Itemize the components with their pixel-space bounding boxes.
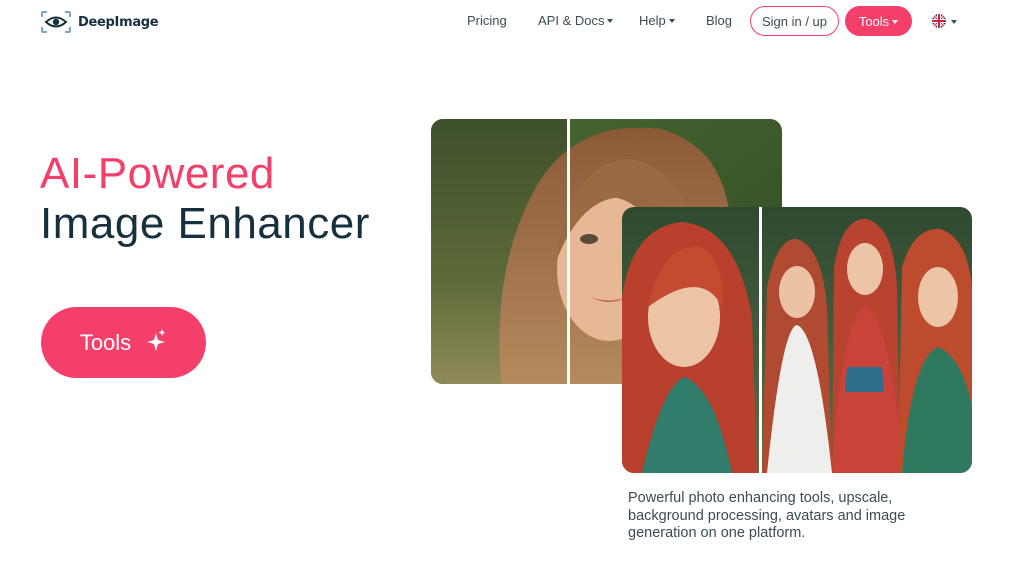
tools-nav-button[interactable]: Tools (845, 6, 912, 36)
uk-flag-icon (932, 14, 946, 28)
nav-help-label: Help (639, 13, 666, 28)
caret-down-icon (668, 19, 675, 23)
eye-logo-icon (40, 10, 72, 34)
tools-nav-label: Tools (858, 13, 890, 29)
nav-blog-label: Blog (706, 13, 733, 28)
nav-blog[interactable]: Blog (706, 13, 732, 28)
nav-api-docs-label: API & Docs (538, 13, 605, 28)
nav-api-docs[interactable]: API & Docs (538, 13, 614, 28)
language-selector[interactable] (932, 14, 957, 28)
brand-name: DeepImage (78, 14, 159, 30)
signin-label: Sign in / up (761, 13, 828, 29)
caret-down-icon (892, 19, 899, 24)
nav-pricing-label: Pricing (467, 13, 507, 28)
hero-title-line1: AI-Powered (40, 149, 275, 198)
nav-pricing[interactable]: Pricing (467, 13, 507, 28)
hero-description: Powerful photo enhancing tools, upscale,… (628, 490, 906, 541)
brand-logo[interactable]: DeepImage (40, 9, 159, 35)
avatar-compare-image (622, 207, 972, 473)
hero-title-line2: Image Enhancer (40, 199, 370, 248)
caret-down-icon (607, 19, 614, 23)
signin-button[interactable]: Sign in / up (750, 6, 839, 36)
nav-help[interactable]: Help (639, 13, 675, 28)
tools-cta-label: Tools (79, 329, 132, 355)
sparkle-icon (145, 328, 167, 358)
tools-cta-button[interactable]: Tools (41, 307, 206, 378)
caret-down-icon (951, 19, 957, 24)
